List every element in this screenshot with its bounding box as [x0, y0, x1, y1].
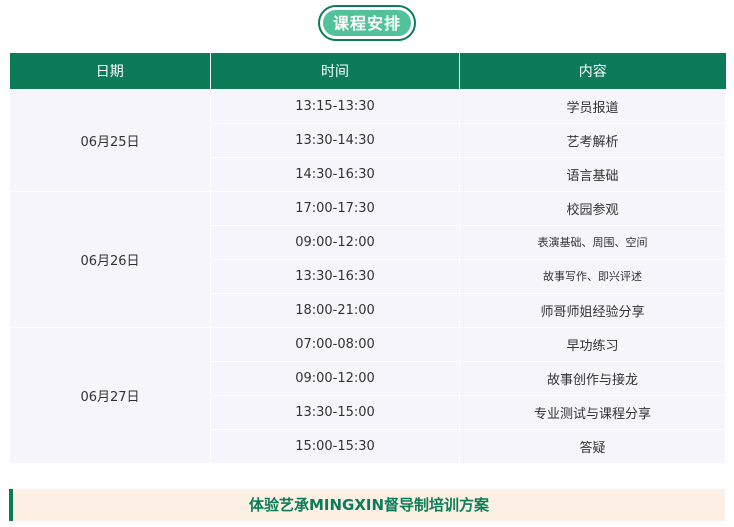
content-cell: 故事写作、即兴评述 [459, 258, 726, 294]
content-cell: 答疑 [459, 428, 726, 464]
header-content: 内容 [459, 53, 726, 89]
content-cell: 师哥师姐经验分享 [459, 292, 726, 328]
content-cell: 早功练习 [459, 326, 726, 362]
section-title-container: 课程安排 [0, 5, 734, 41]
date-cell: 06月25日 [9, 88, 211, 192]
schedule-table: 日期 时间 内容 06月25日 13:15-13:30 学员报道 13:30-1… [9, 53, 726, 464]
date-cell: 06月27日 [9, 326, 211, 464]
table-row: 06月27日 07:00-08:00 早功练习 [9, 326, 726, 464]
table-row: 06月26日 17:00-17:30 校园参观 [9, 190, 726, 328]
content-cell: 专业测试与课程分享 [459, 394, 726, 430]
time-cell: 14:30-16:30 [210, 156, 460, 192]
section-title: 课程安排 [321, 9, 412, 37]
date-cell: 06月26日 [9, 190, 211, 328]
time-cell: 17:00-17:30 [210, 190, 460, 226]
time-cell: 09:00-12:00 [210, 360, 460, 396]
header-time: 时间 [210, 53, 460, 89]
content-cell: 学员报道 [459, 88, 726, 124]
time-cell: 13:15-13:30 [210, 88, 460, 124]
content-cell: 校园参观 [459, 190, 726, 226]
table-header-row: 日期 时间 内容 [9, 53, 726, 89]
time-cell: 18:00-21:00 [210, 292, 460, 328]
time-cell: 09:00-12:00 [210, 224, 460, 260]
content-cell: 表演基础、周围、空间 [459, 224, 726, 260]
section-title-pill: 课程安排 [317, 5, 416, 41]
time-cell: 15:00-15:30 [210, 428, 460, 464]
header-date: 日期 [9, 53, 211, 89]
time-cell: 07:00-08:00 [210, 326, 460, 362]
table-row: 06月25日 13:15-13:30 学员报道 [9, 88, 726, 192]
content-cell: 艺考解析 [459, 122, 726, 158]
content-cell: 故事创作与接龙 [459, 360, 726, 396]
bottom-banner-title: 体验艺承MINGXIN督导制培训方案 [9, 489, 725, 521]
time-cell: 13:30-15:00 [210, 394, 460, 430]
content-cell: 语言基础 [459, 156, 726, 192]
time-cell: 13:30-14:30 [210, 122, 460, 158]
time-cell: 13:30-16:30 [210, 258, 460, 294]
